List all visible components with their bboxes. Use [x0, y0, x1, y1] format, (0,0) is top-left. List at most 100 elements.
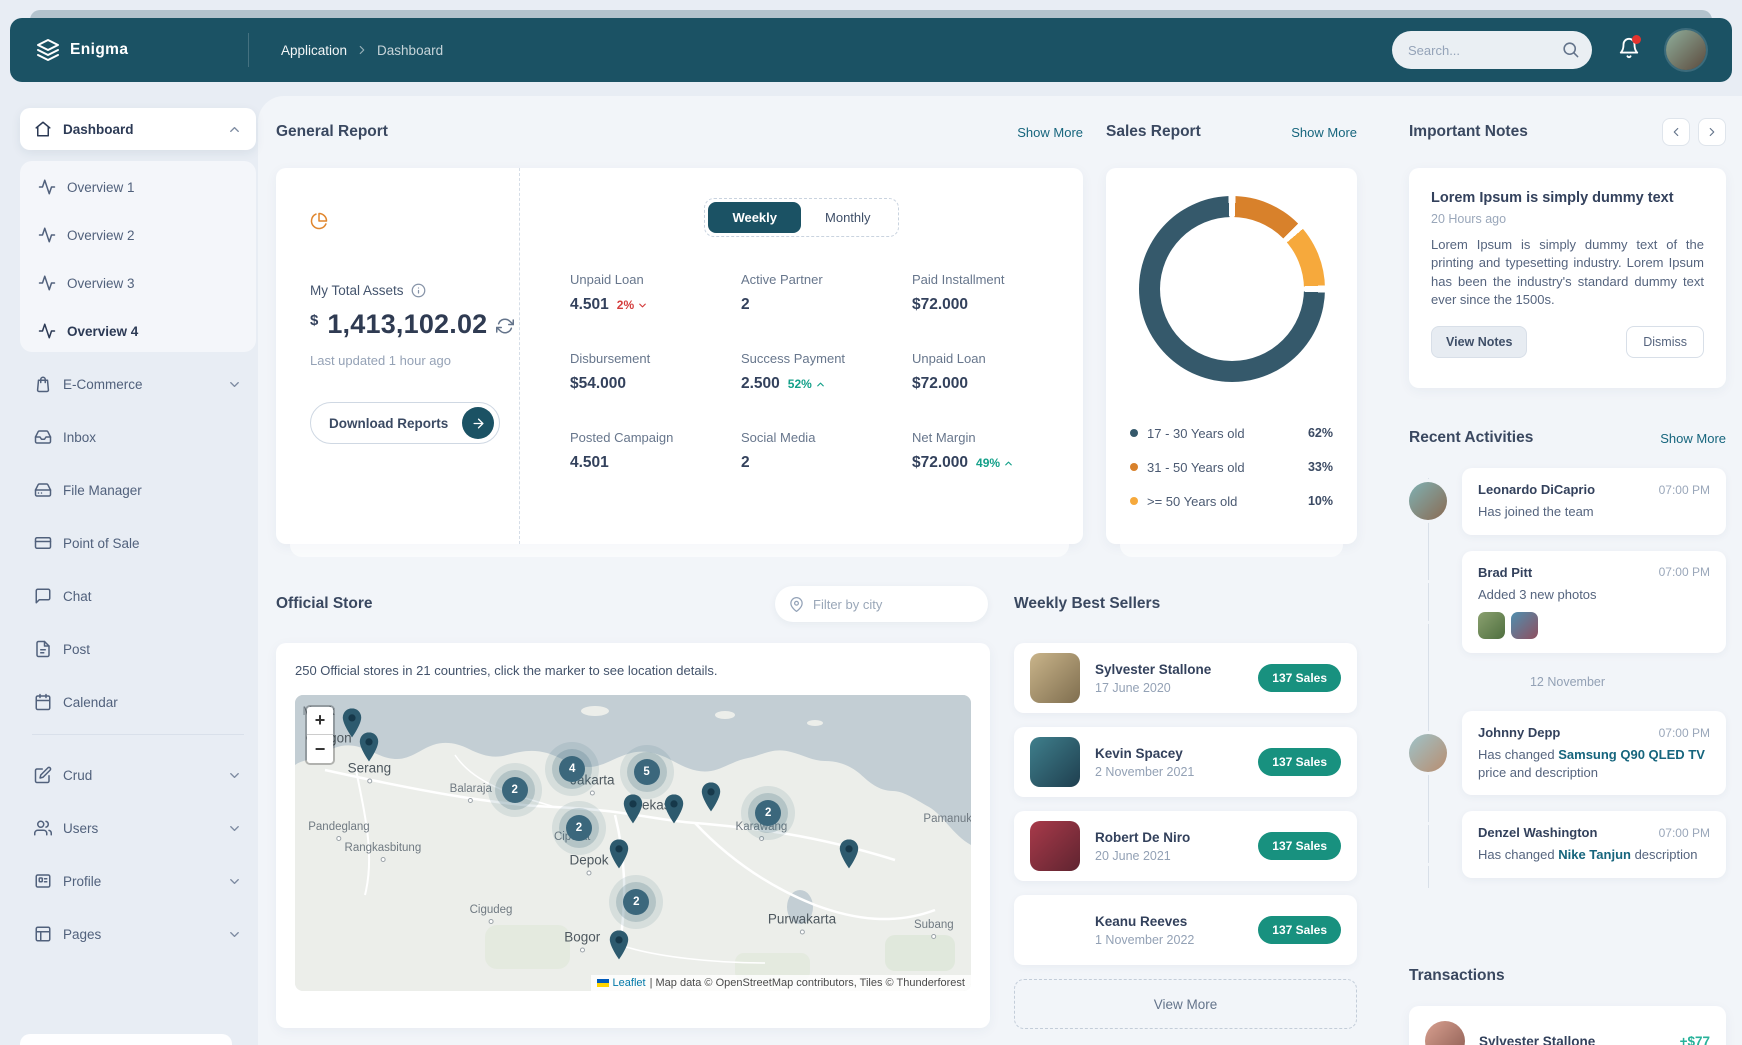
age-donut-chart[interactable]: [1139, 196, 1325, 382]
sidebar-item-dashboard[interactable]: Dashboard: [20, 108, 256, 150]
map-cluster-marker[interactable]: 2: [623, 889, 649, 915]
view-notes-button[interactable]: View Notes: [1431, 326, 1527, 358]
filter-city-input[interactable]: [813, 597, 989, 612]
map-city-label: Balaraja: [450, 783, 492, 803]
leaflet-link[interactable]: Leaflet: [613, 977, 646, 989]
activity-card[interactable]: Leonardo DiCaprio 07:00 PM Has joined th…: [1462, 468, 1726, 535]
info-icon[interactable]: [411, 283, 426, 298]
sidebar-subitem[interactable]: Overview 3: [24, 262, 252, 304]
activity-card[interactable]: Johnny Depp 07:00 PM Has changed Samsung…: [1462, 711, 1726, 795]
sidebar-item[interactable]: Inbox: [20, 416, 256, 458]
refresh-icon[interactable]: [496, 317, 514, 335]
map-pin-marker[interactable]: [357, 733, 381, 763]
search-icon[interactable]: [1561, 40, 1580, 59]
sidebar-item[interactable]: Users: [20, 807, 256, 849]
sales-badge: 137 Sales: [1258, 664, 1341, 692]
map-city-label: Serang: [348, 760, 392, 783]
notes-next-button[interactable]: [1698, 118, 1726, 146]
sidebar-item[interactable]: Post: [20, 628, 256, 670]
best-seller-card[interactable]: Kevin Spacey 2 November 2021 137 Sales: [1014, 727, 1357, 797]
stat-cell: Net Margin $72.000 49%: [912, 430, 1083, 472]
sidebar-subitem[interactable]: Overview 1: [24, 166, 252, 208]
avatar: [1030, 737, 1080, 787]
zoom-out-button[interactable]: −: [307, 735, 333, 763]
avatar[interactable]: [1409, 734, 1447, 772]
sidebar-item[interactable]: Crud: [20, 754, 256, 796]
zoom-in-button[interactable]: +: [307, 707, 333, 735]
trend-badge[interactable]: 2%: [617, 298, 648, 312]
best-seller-card[interactable]: Keanu Reeves 1 November 2022 137 Sales: [1014, 895, 1357, 965]
note-time: 20 Hours ago: [1431, 212, 1704, 226]
brand-name: Enigma: [70, 41, 128, 59]
toggle-weekly[interactable]: Weekly: [708, 202, 801, 233]
avatar[interactable]: [1409, 482, 1447, 520]
dismiss-button[interactable]: Dismiss: [1626, 326, 1704, 358]
trend-badge[interactable]: 52%: [788, 377, 826, 391]
sidebar-item[interactable]: E-Commerce: [20, 363, 256, 405]
arrow-right-icon: [462, 407, 494, 439]
download-reports-button[interactable]: Download Reports: [310, 402, 500, 444]
map-pin-marker[interactable]: [607, 931, 631, 961]
photo-thumb[interactable]: [1511, 612, 1538, 639]
map-cluster-marker[interactable]: 2: [755, 800, 781, 826]
activity-card[interactable]: Denzel Washington 07:00 PM Has changed N…: [1462, 811, 1726, 878]
sidebar-subitem[interactable]: Overview 4: [24, 310, 252, 352]
chevron-down-icon: [227, 768, 242, 783]
map-pin-marker[interactable]: [699, 783, 723, 813]
sidebar-item[interactable]: Pages: [20, 913, 256, 955]
legend-item: 31 - 50 Years old 33%: [1130, 450, 1333, 484]
toggle-monthly[interactable]: Monthly: [801, 202, 895, 233]
sidebar-item-icon: [34, 693, 52, 711]
sidebar-item[interactable]: Point of Sale: [20, 522, 256, 564]
map-attribution: Leaflet | Map data © OpenStreetMap contr…: [591, 975, 971, 991]
sidebar-item[interactable]: Profile: [20, 860, 256, 902]
chevron-down-icon: [227, 821, 242, 836]
avatar[interactable]: [1409, 583, 1447, 621]
transactions-title: Transactions: [1409, 967, 1505, 985]
best-seller-card[interactable]: Sylvester Stallone 17 June 2020 137 Sale…: [1014, 643, 1357, 713]
map-pin-marker[interactable]: [621, 795, 645, 825]
sidebar-item[interactable]: File Manager: [20, 469, 256, 511]
sales-report-show-more[interactable]: Show More: [1291, 125, 1357, 140]
store-map[interactable]: + − Merak Cilegon Serang Balaraja Jakart…: [295, 695, 971, 991]
photo-thumb[interactable]: [1544, 612, 1571, 639]
breadcrumb: Application Dashboard: [281, 43, 443, 58]
sidebar-item-icon: [34, 534, 52, 552]
avatar: [1030, 905, 1080, 955]
sidebar-item[interactable]: Calendar: [20, 681, 256, 723]
sidebar-scroll-panel: [20, 1034, 232, 1045]
notifications-button[interactable]: [1618, 37, 1640, 64]
photo-thumb[interactable]: [1478, 612, 1505, 639]
avatar: [1030, 653, 1080, 703]
transaction-row[interactable]: Sylvester Stallone +$77: [1409, 1006, 1726, 1045]
map-cluster-marker[interactable]: 4: [559, 756, 585, 782]
activity-item: Johnny Depp 07:00 PM Has changed Samsung…: [1409, 711, 1726, 795]
map-cluster-marker[interactable]: 2: [566, 815, 592, 841]
legend-item: >= 50 Years old 10%: [1130, 484, 1333, 518]
breadcrumb-dashboard[interactable]: Dashboard: [377, 43, 443, 58]
map-cluster-marker[interactable]: 5: [634, 759, 660, 785]
brand[interactable]: Enigma: [36, 38, 248, 62]
map-cluster-marker[interactable]: 2: [502, 777, 528, 803]
avatar[interactable]: [1409, 825, 1447, 863]
best-seller-card[interactable]: Robert De Niro 20 June 2021 137 Sales: [1014, 811, 1357, 881]
general-report-show-more[interactable]: Show More: [1017, 125, 1083, 140]
map-pin-marker[interactable]: [607, 839, 631, 869]
notes-prev-button[interactable]: [1662, 118, 1690, 146]
important-notes-card: Lorem Ipsum is simply dummy text 20 Hour…: [1409, 168, 1726, 388]
view-more-button[interactable]: View More: [1014, 979, 1357, 1029]
map-city-label: Pandeglang: [308, 821, 369, 841]
activities-show-more[interactable]: Show More: [1660, 431, 1726, 446]
last-updated-text: Last updated 1 hour ago: [310, 353, 519, 368]
breadcrumb-application[interactable]: Application: [281, 43, 347, 58]
stat-cell: Active Partner 2: [741, 272, 912, 314]
chevron-left-icon: [1669, 125, 1683, 139]
trend-badge[interactable]: 49%: [976, 456, 1014, 470]
activity-card[interactable]: Brad Pitt 07:00 PM Added 3 new photos: [1462, 551, 1726, 654]
user-avatar[interactable]: [1666, 30, 1706, 70]
sidebar-item[interactable]: Chat: [20, 575, 256, 617]
map-pin-marker[interactable]: [662, 795, 686, 825]
sidebar-subitem[interactable]: Overview 2: [24, 214, 252, 256]
official-store-card: 250 Official stores in 21 countries, cli…: [276, 643, 990, 1028]
map-pin-marker[interactable]: [837, 839, 861, 869]
